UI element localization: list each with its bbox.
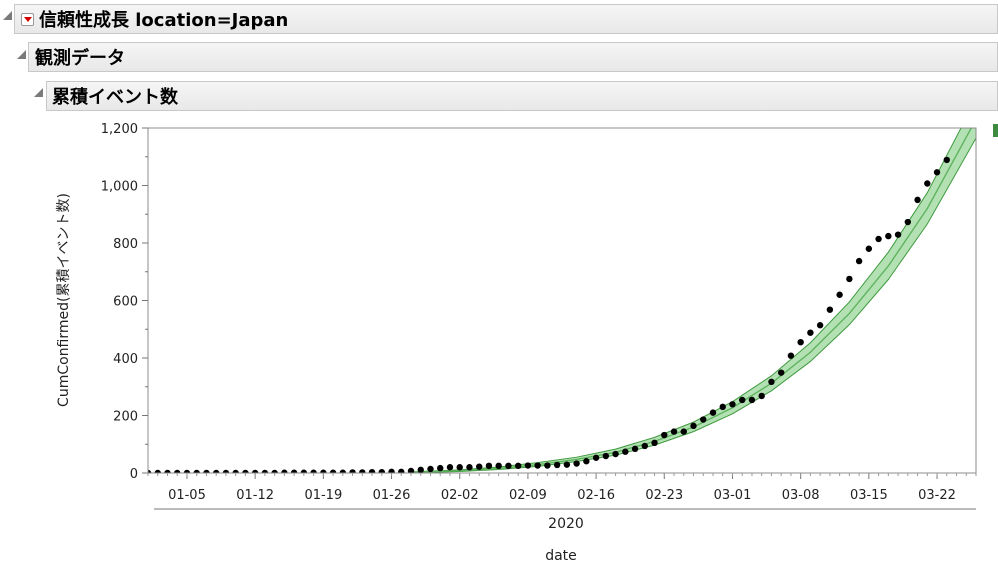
data-point	[826, 306, 834, 313]
data-point	[914, 196, 921, 204]
y-axis-tick-label: 200	[113, 410, 138, 425]
data-point	[904, 218, 912, 226]
data-point	[466, 464, 473, 471]
x-axis-tick-label: 03-22	[918, 488, 956, 503]
data-point	[446, 464, 454, 471]
y-axis: 0 200 400 600 800 1,000 1,200	[101, 122, 148, 482]
data-point	[768, 378, 775, 386]
data-point	[544, 462, 551, 469]
confidence-band-upper-edge	[410, 128, 962, 473]
data-point	[885, 232, 892, 240]
data-point	[719, 403, 726, 411]
x-axis-tick-label: 02-23	[645, 488, 683, 503]
data-point	[563, 461, 571, 468]
x-axis-tick-label: 01-05	[168, 488, 206, 503]
data-point	[631, 445, 639, 453]
x-axis-tick-label: 02-09	[509, 488, 547, 503]
x-axis: 01-05 01-12 01-19 01-26 02-02 02-09 02-16 02-23…	[147, 473, 977, 510]
data-point	[651, 439, 658, 447]
data-point	[661, 431, 668, 439]
data-point	[612, 450, 619, 458]
data-point	[641, 442, 648, 450]
data-point	[524, 462, 532, 469]
data-point	[777, 369, 785, 376]
y-axis-tick-label: 400	[113, 352, 138, 367]
data-point	[485, 462, 493, 470]
x-axis-tick-label: 03-15	[850, 488, 888, 503]
data-point	[456, 464, 463, 471]
x-axis-tick-label: 03-08	[782, 488, 820, 503]
data-point	[670, 428, 678, 435]
data-point	[855, 257, 863, 265]
data-point	[534, 462, 541, 469]
data-point	[836, 291, 843, 298]
fitted-growth-line	[410, 128, 973, 473]
x-axis-tick-label: 02-02	[441, 488, 479, 503]
data-point	[553, 461, 561, 469]
confidence-band	[411, 128, 976, 473]
data-point	[427, 465, 434, 473]
y-axis-tick-label: 1,200	[101, 122, 138, 137]
data-point	[622, 448, 629, 455]
y-axis-tick-label: 600	[113, 295, 138, 310]
data-point	[680, 428, 687, 435]
y-axis-title: CumConfirmed(累積イベント数)	[56, 193, 72, 407]
x-axis-tick-label: 03-01	[714, 488, 752, 503]
x-axis-title: date	[545, 548, 577, 564]
data-point	[943, 156, 950, 164]
data-point	[739, 396, 746, 404]
data-point	[816, 322, 824, 329]
data-point	[495, 462, 502, 470]
data-points-layer	[148, 156, 950, 473]
data-point	[573, 460, 580, 467]
data-point	[924, 180, 931, 187]
data-point	[807, 329, 814, 336]
data-point	[894, 231, 902, 238]
data-point	[602, 452, 610, 460]
data-point	[787, 352, 795, 359]
legend-swatch-marker[interactable]	[993, 124, 998, 137]
x-axis-tick-label: 02-16	[577, 488, 615, 503]
data-point	[846, 275, 853, 283]
x-axis-tick-label: 01-26	[373, 488, 411, 503]
data-point	[875, 235, 882, 243]
data-point	[437, 464, 444, 472]
y-axis-tick-label: 0	[130, 467, 138, 482]
confidence-band-layer	[410, 128, 976, 473]
data-point	[592, 454, 600, 461]
data-point	[797, 338, 804, 346]
data-point	[709, 409, 717, 416]
x-axis-year-label: 2020	[548, 516, 584, 532]
data-point	[865, 245, 873, 252]
y-axis-tick-label: 1,000	[101, 180, 138, 195]
data-point	[690, 422, 697, 430]
data-point	[933, 169, 941, 176]
data-point	[505, 462, 512, 470]
y-axis-tick-label: 800	[113, 237, 138, 252]
cumulative-events-chart: 02004006008001,0001,200 01-05 01-12 01-19 0…	[56, 122, 998, 564]
data-point	[476, 463, 483, 470]
x-axis-tick-label: 01-12	[236, 488, 274, 503]
data-point	[758, 392, 765, 400]
x-axis-tick-label: 01-19	[304, 488, 342, 503]
data-point	[729, 401, 736, 408]
data-point	[417, 466, 424, 473]
data-point	[514, 462, 522, 470]
data-point	[583, 458, 590, 465]
data-point	[700, 416, 707, 423]
data-point	[748, 396, 756, 404]
